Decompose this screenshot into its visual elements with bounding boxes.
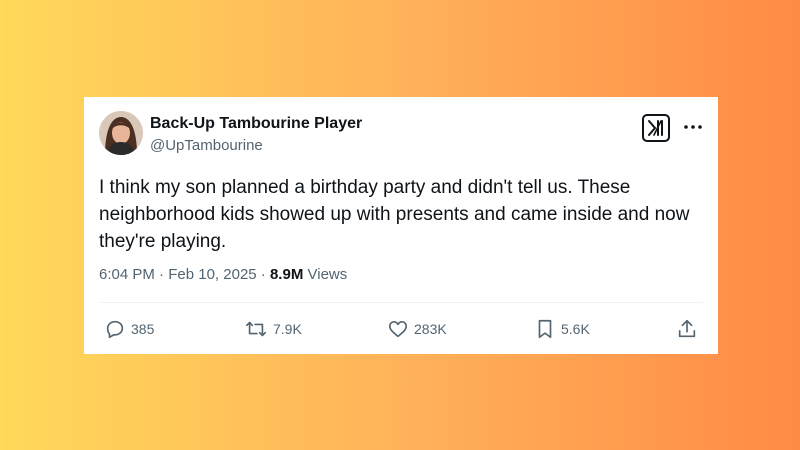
- tweet-card: Back-Up Tambourine Player @UpTambourine …: [84, 97, 718, 354]
- more-options-icon[interactable]: [682, 116, 704, 138]
- avatar[interactable]: [99, 111, 143, 155]
- tweet-text: I think my son planned a birthday party …: [99, 177, 690, 252]
- reply-count: 385: [131, 321, 155, 337]
- views-label: Views: [307, 266, 348, 283]
- like-icon: [388, 321, 408, 338]
- meta-separator: ·: [260, 266, 266, 283]
- repost-count: 7.9K: [273, 321, 302, 337]
- share-icon: [678, 319, 696, 338]
- display-name[interactable]: Back-Up Tambourine Player: [150, 115, 362, 133]
- bookmark-button[interactable]: 5.6K: [534, 317, 590, 341]
- repost-button[interactable]: 7.9K: [244, 317, 302, 341]
- reply-button[interactable]: 385: [104, 317, 154, 341]
- reply-icon: [106, 320, 124, 339]
- share-button[interactable]: [676, 317, 698, 341]
- tweet-date[interactable]: Feb 10, 2025: [168, 266, 256, 283]
- views-count[interactable]: 8.9M: [270, 266, 303, 283]
- like-button[interactable]: 283K: [387, 317, 447, 341]
- bookmark-count: 5.6K: [561, 321, 590, 337]
- tweet-time[interactable]: 6:04 PM: [99, 266, 155, 283]
- tweet-meta: 6:04 PM · Feb 10, 2025 · 8.9M Views: [99, 266, 347, 283]
- divider: [99, 302, 703, 303]
- page-background: { "account": { "display_name": "Back-Up …: [0, 0, 800, 450]
- x-logo-icon[interactable]: [642, 114, 670, 142]
- repost-icon: [246, 321, 266, 337]
- bookmark-icon: [538, 319, 552, 339]
- user-handle[interactable]: @UpTambourine: [150, 137, 263, 154]
- like-count: 283K: [414, 321, 447, 337]
- meta-separator: ·: [159, 266, 165, 283]
